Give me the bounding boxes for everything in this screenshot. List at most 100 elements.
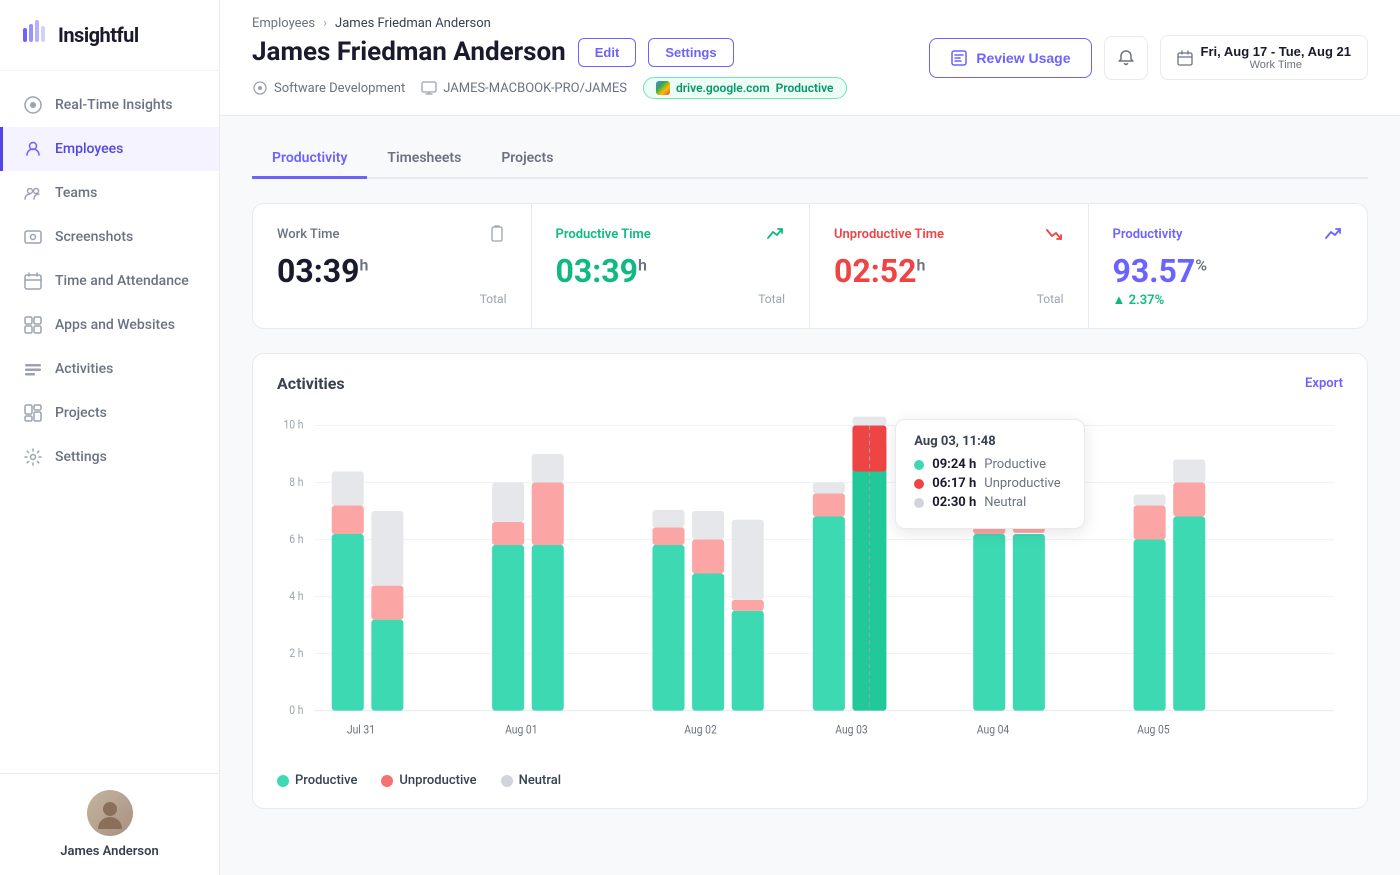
stat-productive-time: Productive Time 03:39h Total (532, 204, 811, 328)
bar (492, 522, 524, 545)
tab-productivity[interactable]: Productivity (252, 140, 367, 179)
computer-icon (421, 80, 437, 96)
edit-button[interactable]: Edit (578, 38, 637, 67)
sidebar-item-projects[interactable]: Projects (0, 391, 219, 435)
appswebsites-icon (23, 315, 43, 335)
bar (1013, 493, 1045, 532)
svg-text:Aug 02: Aug 02 (684, 723, 716, 737)
legend-neutral-dot (501, 775, 513, 787)
sidebar-item-settings-label: Settings (55, 449, 107, 465)
bar (1134, 540, 1166, 711)
svg-text:4 h: 4 h (289, 589, 303, 603)
breadcrumb-current: James Friedman Anderson (335, 16, 491, 31)
google-drive-icon (656, 81, 670, 95)
productive-time-label: Productive Time (556, 224, 786, 244)
bar (1134, 506, 1166, 540)
header-right: Review Usage Fri, Aug 17 - Tue, Aug 21 W… (929, 35, 1368, 80)
active-site-badge: drive.google.com Productive (643, 77, 847, 99)
employees-icon (23, 139, 43, 159)
user-profile[interactable]: James Anderson (0, 773, 219, 875)
notification-button[interactable] (1104, 36, 1148, 80)
timeattendance-icon (23, 271, 43, 291)
calendar-icon (1177, 50, 1193, 66)
settings-icon (23, 447, 43, 467)
department-label: Software Development (274, 81, 405, 96)
bar (652, 545, 684, 711)
bar (732, 611, 764, 711)
app-name: Insightful (58, 23, 139, 47)
stat-unproductive-time: Unproductive Time 02:52h Total (810, 204, 1089, 328)
avatar (87, 790, 133, 836)
bar (692, 574, 724, 711)
bar (732, 600, 764, 611)
bar (973, 466, 1005, 505)
bar (1013, 454, 1045, 493)
teams-icon (23, 183, 43, 203)
review-usage-button[interactable]: Review Usage (929, 38, 1091, 78)
sidebar-item-appswebsites[interactable]: Apps and Websites (0, 303, 219, 347)
work-time-value: 03:39h (277, 252, 507, 290)
bar (332, 506, 364, 535)
realtime-icon (23, 95, 43, 115)
bar (813, 493, 845, 516)
svg-text:10 h: 10 h (283, 418, 303, 432)
chart-legend: Productive Unproductive Neutral (277, 761, 1343, 788)
bar (732, 520, 764, 600)
main-content: Employees › James Friedman Anderson Jame… (220, 0, 1400, 875)
bar (652, 510, 684, 528)
productivity-trend: ▲ 2.37% (1113, 292, 1344, 308)
clipboard-icon (487, 224, 507, 244)
sidebar-user-name: James Anderson (60, 844, 159, 859)
productivity-trend-icon (1323, 224, 1343, 244)
chart-container: 10 h 8 h 6 h 4 h 2 h 0 h (277, 409, 1343, 749)
sidebar-item-timeattendance-label: Time and Attendance (55, 273, 189, 289)
svg-text:8 h: 8 h (289, 475, 303, 489)
sidebar-item-employees-label: Employees (55, 141, 123, 157)
bar (532, 545, 564, 711)
bar (532, 482, 564, 545)
activities-card: Activities Export 10 h 8 h 6 h 4 h 2 h 0… (252, 353, 1368, 809)
date-type-label: Work Time (1201, 59, 1351, 71)
bar (1173, 516, 1205, 710)
bar (1013, 534, 1045, 711)
svg-text:Aug 04: Aug 04 (977, 723, 1010, 737)
bar (332, 472, 364, 506)
header-left: Employees › James Friedman Anderson Jame… (252, 16, 847, 99)
sidebar-item-timeattendance[interactable]: Time and Attendance (0, 259, 219, 303)
sidebar-item-employees[interactable]: Employees (0, 127, 219, 171)
legend-productive: Productive (277, 773, 357, 788)
sidebar-item-teams[interactable]: Teams (0, 171, 219, 215)
active-site-status: Productive (776, 81, 834, 95)
sidebar-item-activities[interactable]: Activities (0, 347, 219, 391)
bar (492, 482, 524, 521)
settings-button[interactable]: Settings (648, 38, 733, 67)
sidebar-item-settings[interactable]: Settings (0, 435, 219, 479)
activities-header: Activities Export (277, 374, 1343, 393)
department-item: Software Development (252, 80, 405, 96)
svg-text:Aug 03: Aug 03 (835, 723, 867, 737)
export-button[interactable]: Export (1305, 376, 1343, 391)
svg-text:6 h: 6 h (289, 532, 303, 546)
sidebar-item-teams-label: Teams (55, 185, 97, 201)
bar (332, 534, 364, 711)
logo-icon (20, 18, 48, 52)
svg-text:0 h: 0 h (289, 703, 303, 717)
bar (692, 540, 724, 574)
trending-down-icon (1044, 224, 1064, 244)
svg-text:Aug 01: Aug 01 (505, 723, 537, 737)
breadcrumb-parent[interactable]: Employees (252, 16, 315, 31)
computer-item: JAMES-MACBOOK-PRO/JAMES (421, 80, 627, 96)
bar (813, 516, 845, 710)
tab-projects[interactable]: Projects (481, 140, 573, 179)
legend-unproductive: Unproductive (381, 773, 476, 788)
productivity-value: 93.57% (1113, 252, 1344, 290)
sidebar-item-screenshots[interactable]: Screenshots (0, 215, 219, 259)
page-title-row: James Friedman Anderson Edit Settings (252, 37, 847, 67)
breadcrumb-separator: › (323, 16, 327, 31)
tab-timesheets[interactable]: Timesheets (367, 140, 481, 179)
legend-productive-dot (277, 775, 289, 787)
bar (371, 586, 403, 620)
sidebar-item-realtime[interactable]: Real-Time Insights (0, 83, 219, 127)
sidebar-item-appswebsites-label: Apps and Websites (55, 317, 175, 333)
date-range-button[interactable]: Fri, Aug 17 - Tue, Aug 21 Work Time (1160, 35, 1368, 80)
